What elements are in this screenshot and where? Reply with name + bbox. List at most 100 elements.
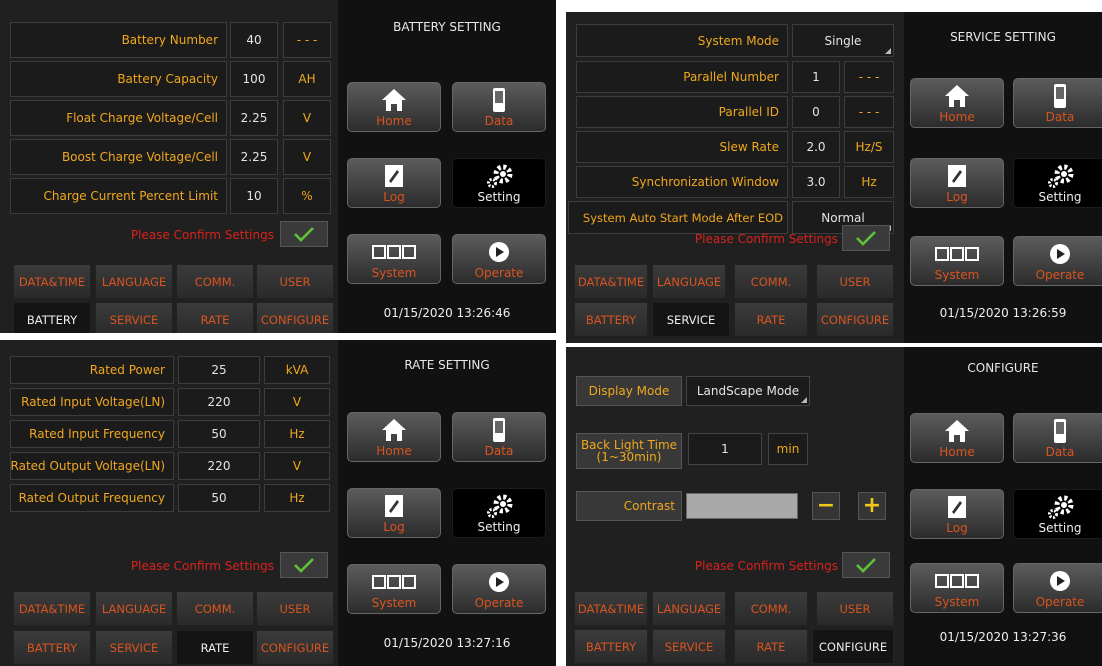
log-button[interactable]: Log [347,158,441,208]
battery-capacity-field[interactable]: 100 [230,61,278,97]
tab-rate[interactable]: RATE [176,302,254,333]
tab-service[interactable]: SERVICE [95,630,173,665]
rated-power-field[interactable]: 25 [178,356,260,384]
tab-data-time[interactable]: DATA&TIME [574,591,648,626]
battery-number-unit: - - - [283,22,331,58]
tab-service[interactable]: SERVICE [95,302,173,333]
tab-user[interactable]: USER [256,591,334,626]
log-button[interactable]: Log [910,489,1004,539]
tab-battery[interactable]: BATTERY [574,302,648,337]
log-button[interactable]: Log [910,158,1004,208]
tab-configure[interactable]: CONFIGURE [256,302,334,333]
float-charge-field[interactable]: 2.25 [230,100,278,136]
tab-rate[interactable]: RATE [734,302,808,337]
confirm-check-button[interactable] [842,225,890,251]
tab-comm[interactable]: COMM. [734,264,808,299]
tab-service[interactable]: SERVICE [652,629,726,664]
battery-number-field[interactable]: 40 [230,22,278,58]
tab-data-time[interactable]: DATA&TIME [574,264,648,299]
contrast-increase-button[interactable]: + [858,492,886,520]
home-button[interactable]: Home [910,78,1004,128]
rated-output-voltage-field[interactable]: 220 [178,452,260,480]
tab-configure[interactable]: CONFIGURE [812,629,894,664]
display-mode-select[interactable]: LandScape Mode [686,376,810,406]
tab-data-time[interactable]: DATA&TIME [13,591,91,626]
rated-input-voltage-field[interactable]: 220 [178,388,260,416]
tab-configure[interactable]: CONFIGURE [256,630,334,665]
rated-output-voltage-unit: V [264,452,330,480]
boost-charge-field[interactable]: 2.25 [230,139,278,175]
setting-button-label: Setting [477,520,521,534]
service-settings-panel: System Mode Single Parallel Number 1 - -… [566,12,904,343]
tab-language[interactable]: LANGUAGE [95,264,173,299]
backlight-time-unit: min [768,433,808,465]
system-button[interactable]: System [347,564,441,614]
system-button[interactable]: System [910,236,1004,286]
tab-user[interactable]: USER [816,591,894,626]
confirm-settings-label: Please Confirm Settings [694,232,838,246]
operate-button[interactable]: Operate [1013,563,1102,613]
rated-output-frequency-unit: Hz [264,484,330,512]
data-button[interactable]: Data [452,412,546,462]
confirm-check-button[interactable] [280,552,328,578]
contrast-label: Contrast [576,491,682,521]
tab-data-time[interactable]: DATA&TIME [13,264,91,299]
tab-rate[interactable]: RATE [734,629,808,664]
tab-comm[interactable]: COMM. [734,591,808,626]
log-button[interactable]: Log [347,488,441,538]
tab-comm[interactable]: COMM. [176,591,254,626]
play-icon [453,569,545,595]
parallel-number-label: Parallel Number [576,61,788,93]
tab-language[interactable]: LANGUAGE [652,264,726,299]
operate-button[interactable]: Operate [452,564,546,614]
setting-button[interactable]: Setting [1013,158,1102,208]
tab-battery[interactable]: BATTERY [13,302,91,333]
configure-settings-panel: Display Mode LandScape Mode Back Light T… [566,347,904,666]
home-button[interactable]: Home [347,82,441,132]
tab-language[interactable]: LANGUAGE [95,591,173,626]
screen-title: SERVICE SETTING [950,30,1056,44]
system-mode-select[interactable]: Single [792,24,894,57]
contrast-level-bar[interactable] [686,493,798,519]
system-button-label: System [371,596,417,610]
tab-rate[interactable]: RATE [176,630,254,665]
confirm-settings-label: Please Confirm Settings [130,228,274,242]
setting-button[interactable]: Setting [1013,489,1102,539]
setting-button[interactable]: Setting [452,488,546,538]
tab-comm[interactable]: COMM. [176,264,254,299]
tab-language[interactable]: LANGUAGE [652,591,726,626]
parallel-number-field[interactable]: 1 [792,61,840,93]
contrast-decrease-button[interactable]: − [812,492,840,520]
setting-button[interactable]: Setting [452,158,546,208]
data-button[interactable]: Data [452,82,546,132]
slew-rate-field[interactable]: 2.0 [792,131,840,163]
float-charge-unit: V [283,100,331,136]
system-button-label: System [934,268,980,282]
sync-window-field[interactable]: 3.0 [792,166,840,198]
home-button[interactable]: Home [910,413,1004,463]
parallel-id-field[interactable]: 0 [792,96,840,128]
tab-battery[interactable]: BATTERY [574,629,648,664]
backlight-time-field[interactable]: 1 [688,433,762,465]
home-button[interactable]: Home [347,412,441,462]
data-button[interactable]: Data [1013,78,1102,128]
system-button[interactable]: System [910,563,1004,613]
rated-output-frequency-field[interactable]: 50 [178,484,260,512]
operate-button[interactable]: Operate [452,234,546,284]
confirm-check-button[interactable] [280,221,328,247]
tab-user[interactable]: USER [256,264,334,299]
tab-user[interactable]: USER [816,264,894,299]
rated-input-frequency-field[interactable]: 50 [178,420,260,448]
confirm-check-button[interactable] [842,552,890,578]
charge-current-limit-field[interactable]: 10 [230,178,278,214]
operate-button[interactable]: Operate [1013,236,1102,286]
boost-charge-unit: V [283,139,331,175]
tab-service[interactable]: SERVICE [652,302,730,337]
check-icon [294,558,314,573]
tab-battery[interactable]: BATTERY [13,630,91,665]
data-button[interactable]: Data [1013,413,1102,463]
rated-input-voltage-label: Rated Input Voltage(LN) [10,388,174,416]
boost-charge-label: Boost Charge Voltage/Cell [10,139,227,175]
tab-configure[interactable]: CONFIGURE [816,302,894,337]
system-button[interactable]: System [347,234,441,284]
